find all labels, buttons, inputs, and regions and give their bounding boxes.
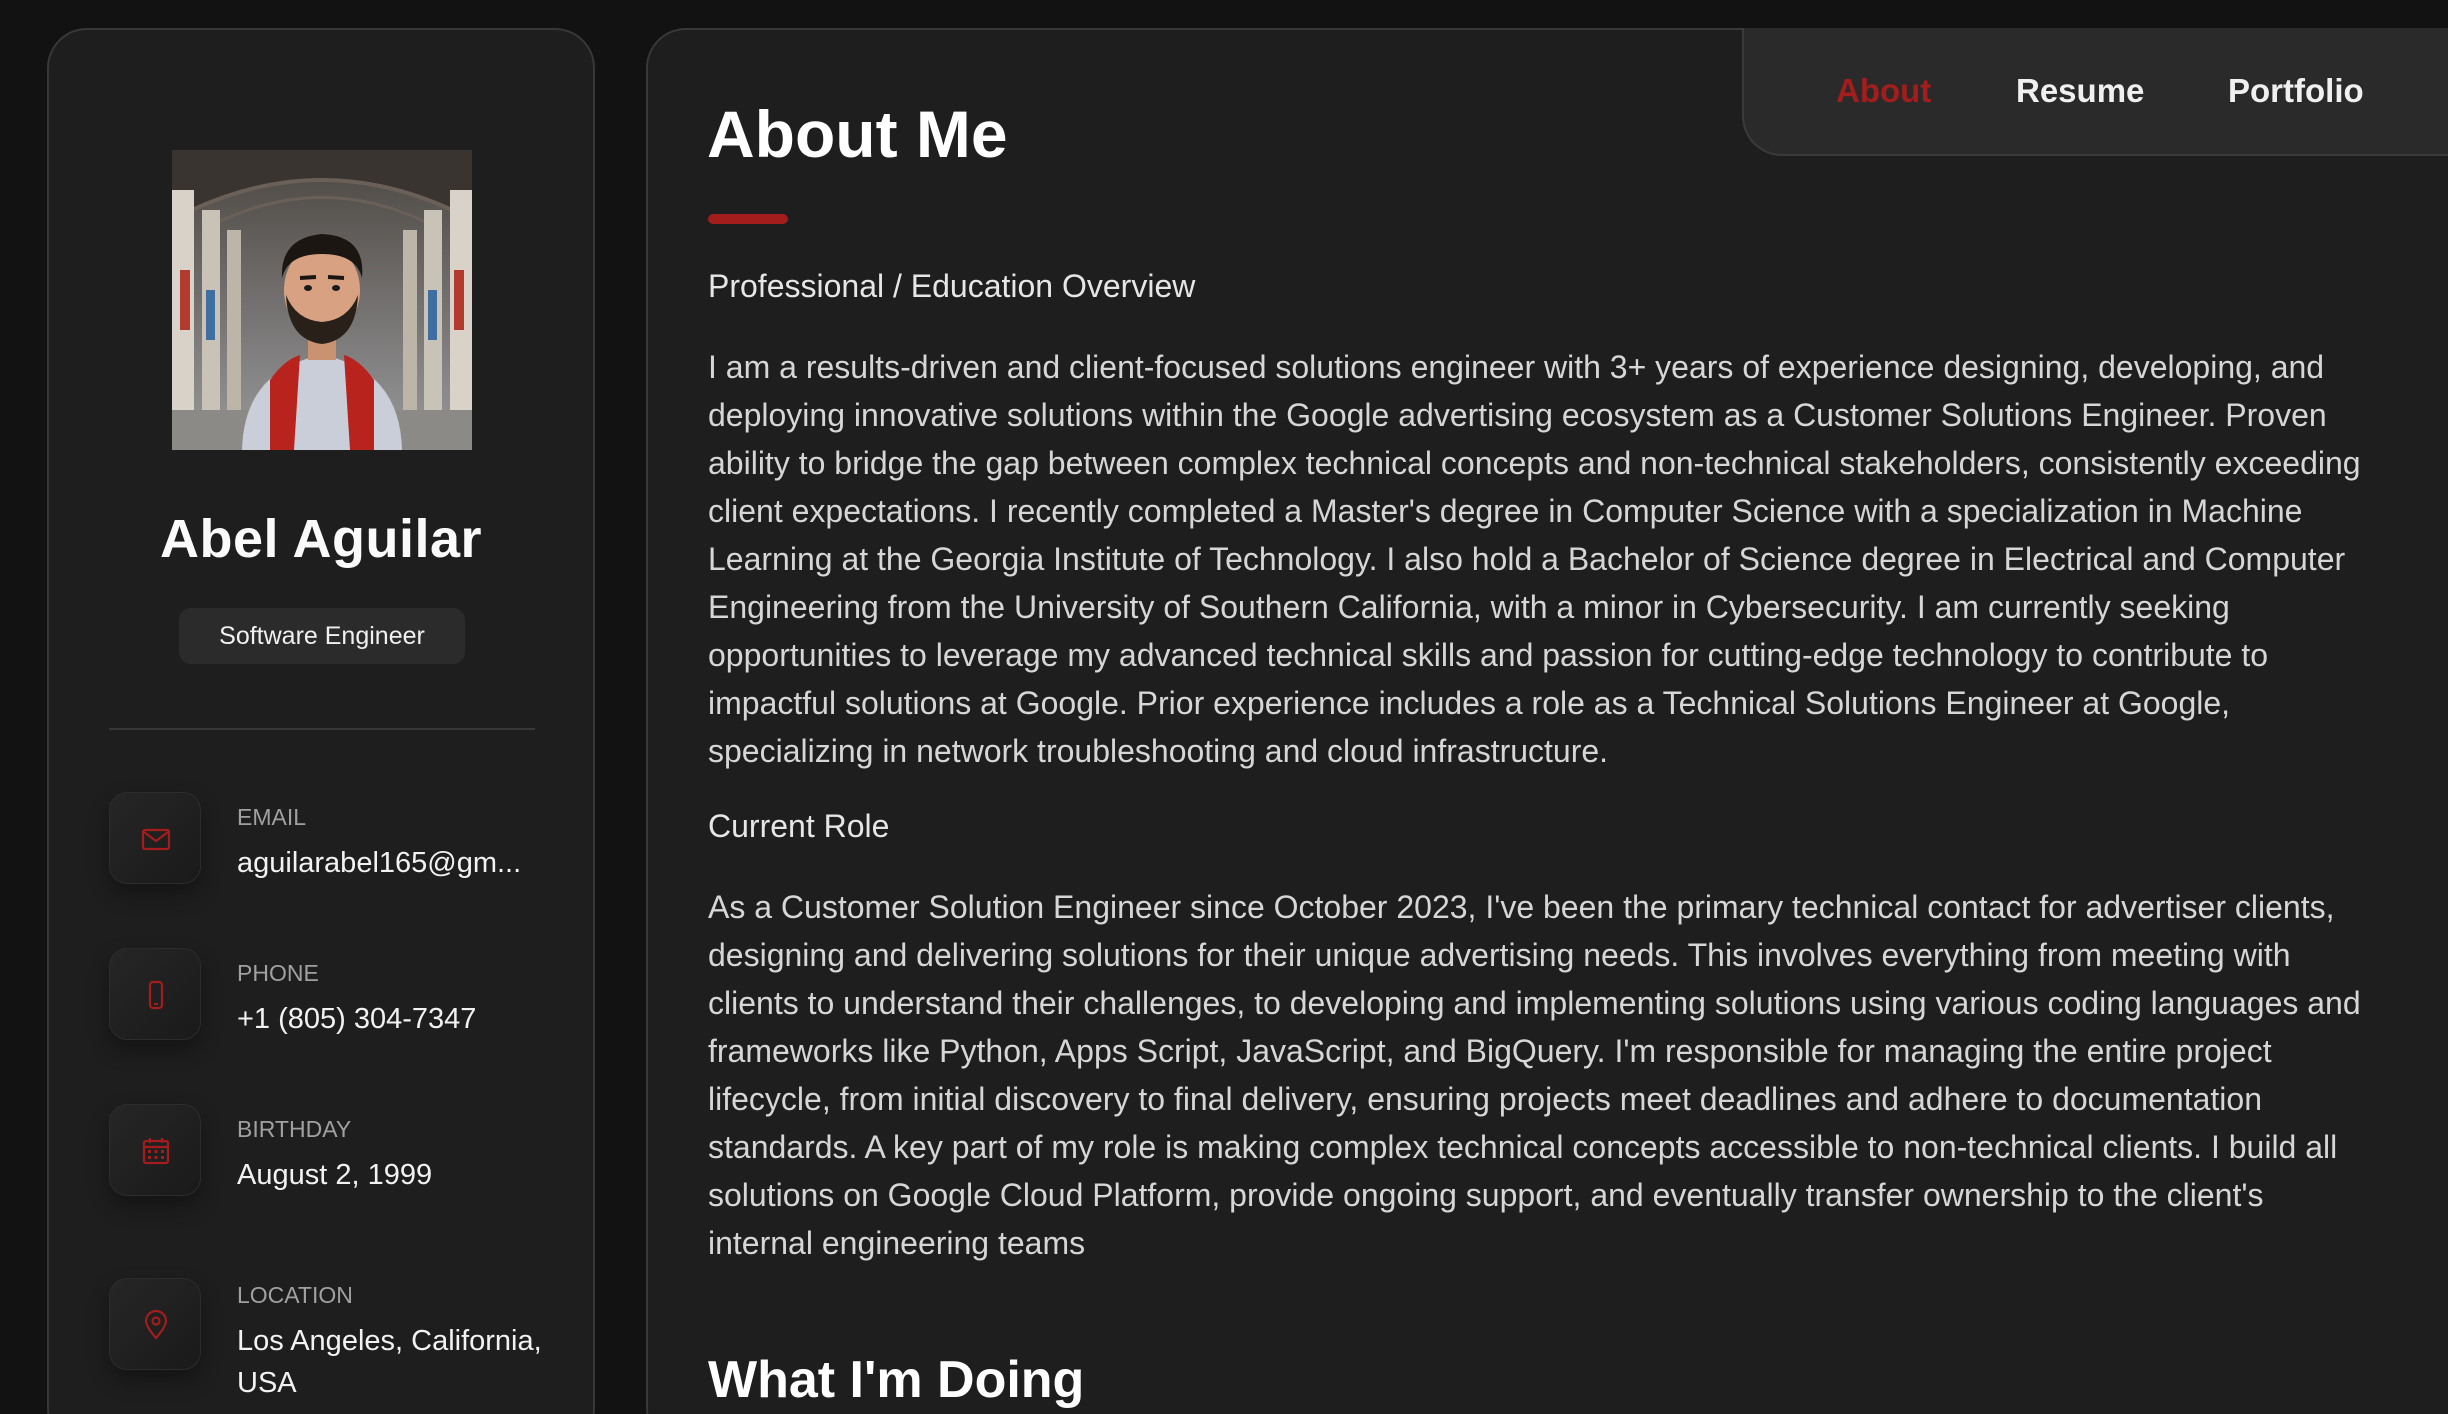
phone-icon: [148, 980, 164, 1010]
current-role-paragraph: As a Customer Solution Engineer since Oc…: [708, 889, 2361, 1261]
calendar-icon: [142, 1138, 170, 1165]
contact-label: BIRTHDAY: [237, 1116, 352, 1142]
doing-heading: What I'm Doing: [708, 1351, 1085, 1409]
birthday-value: August 2, 1999: [237, 1159, 433, 1191]
profile-name: Abel Aguilar: [159, 509, 483, 569]
nav-about[interactable]: About: [1836, 72, 1931, 110]
contact-icon-box: [109, 1104, 201, 1196]
overview-paragraph: I am a results-driven and client-focused…: [708, 349, 2361, 769]
contact-label: EMAIL: [237, 804, 307, 830]
contact-icon-box: [109, 1278, 201, 1370]
phone-link[interactable]: +1 (805) 304-7347: [237, 998, 547, 1040]
nav-resume[interactable]: Resume: [2016, 72, 2144, 110]
nav-portfolio[interactable]: Portfolio: [2228, 72, 2364, 110]
contact-label: PHONE: [237, 960, 319, 986]
title-underline: [708, 214, 788, 224]
current-role-label: Current Role: [708, 808, 890, 844]
contact-label: LOCATION: [237, 1282, 353, 1308]
mail-icon: [141, 828, 171, 851]
navbar: About Resume Portfolio: [1742, 28, 2448, 156]
contact-icon-box: [109, 792, 201, 884]
location-value: Los Angeles, California, USA: [237, 1325, 542, 1399]
overview-label: Professional / Education Overview: [708, 268, 1196, 304]
profile-sidebar: Abel Aguilar Software Engineer EMAIL agu…: [47, 28, 595, 1414]
job-title-badge: Software Engineer: [179, 608, 465, 664]
avatar: [172, 150, 472, 450]
contact-icon-box: [109, 948, 201, 1040]
sidebar-divider: [109, 728, 535, 730]
page-title: About Me: [707, 97, 1008, 171]
portfolio-page: Abel Aguilar Software Engineer EMAIL agu…: [0, 0, 2448, 1414]
email-link[interactable]: aguilarabel165@gm...: [237, 842, 547, 884]
avatar-illustration: [172, 150, 472, 450]
location-pin-icon: [144, 1309, 168, 1340]
